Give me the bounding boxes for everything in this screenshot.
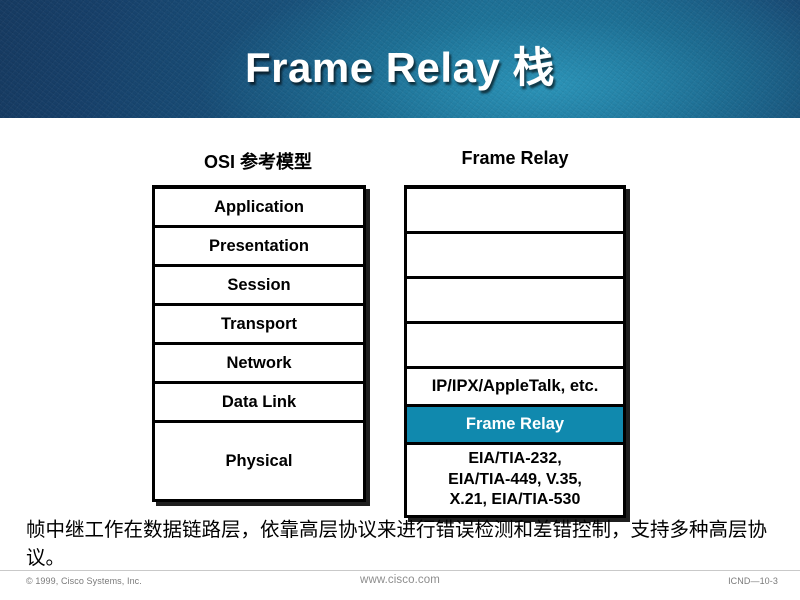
footer-website-url: www.cisco.com: [360, 574, 440, 586]
frame-relay-cell-empty-4: [407, 324, 623, 369]
frame-relay-stack: IP/IPX/AppleTalk, etc. Frame Relay EIA/T…: [404, 185, 626, 518]
frame-relay-cell-network: IP/IPX/AppleTalk, etc.: [407, 369, 623, 407]
osi-layer-stack: Application Presentation Session Transpo…: [152, 185, 366, 502]
footer-course-code: ICND—10-3: [728, 576, 778, 586]
frame-relay-physical-line-3: X.21, EIA/TIA-530: [449, 491, 581, 509]
frame-relay-column-heading: Frame Relay: [461, 148, 569, 168]
footer-divider: [0, 570, 800, 571]
osi-layer-session: Session: [155, 267, 363, 306]
osi-layer-transport: Transport: [155, 306, 363, 345]
osi-layer-application: Application: [155, 189, 363, 228]
osi-layer-physical: Physical: [155, 423, 363, 499]
page-title: Frame Relay 栈: [245, 44, 555, 91]
frame-relay-cell-physical: EIA/TIA-232, EIA/TIA-449, V.35, X.21, EI…: [407, 445, 623, 515]
frame-relay-cell-empty-1: [407, 189, 623, 234]
frame-relay-physical-line-1: EIA/TIA-232,: [468, 449, 562, 467]
slide-body-text: 帧中继工作在数据链路层，依靠高层协议来进行错误检测和差错控制，支持多种高层协议。: [26, 518, 768, 569]
osi-column-heading: OSI 参考模型: [203, 152, 312, 172]
frame-relay-physical-line-2: EIA/TIA-449, V.35,: [448, 470, 582, 488]
frame-relay-cell-empty-3: [407, 279, 623, 324]
frame-relay-cell-empty-2: [407, 234, 623, 279]
frame-relay-cell-data-link: Frame Relay: [407, 407, 623, 445]
osi-layer-presentation: Presentation: [155, 228, 363, 267]
osi-layer-data-link: Data Link: [155, 384, 363, 423]
osi-layer-network: Network: [155, 345, 363, 384]
